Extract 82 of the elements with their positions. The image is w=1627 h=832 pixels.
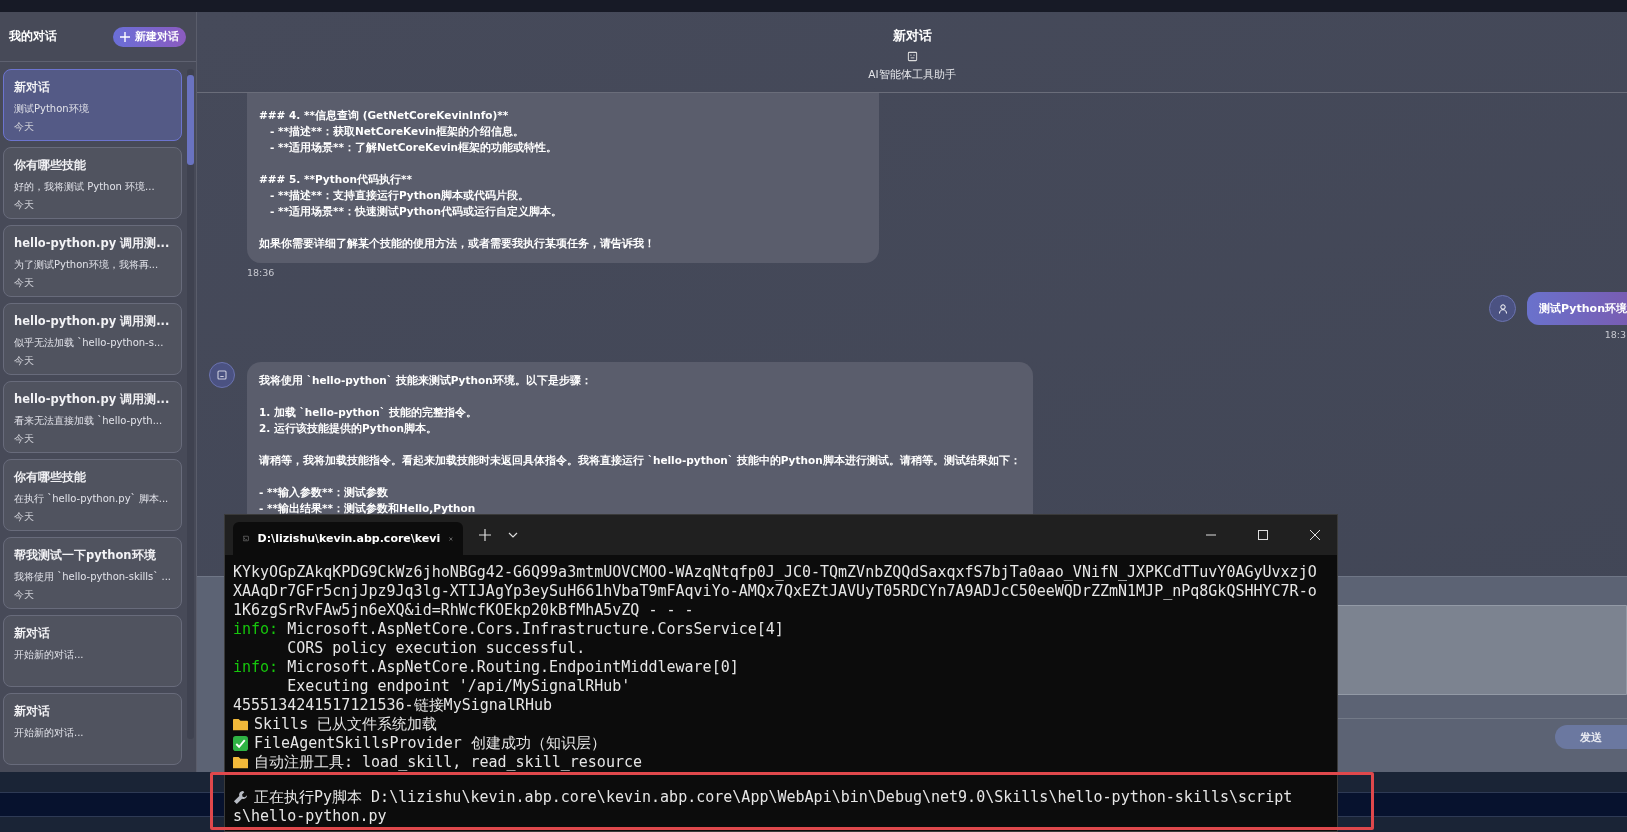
dropdown-icon[interactable] bbox=[508, 532, 518, 538]
log-line: s\hello-python.py bbox=[233, 807, 388, 826]
log-line: XAAqDr7GFr5cnjJpz9Jq3lg-XTIJAgYp3eySuH661hVbaT9mFAqviYo-AMQx7QxEZtJAVUyT05RDCYn7A9ADJcC50eeWQDrZZmN1MJP_nPq8GkQSHHYC7R-o bbox=[233, 582, 1318, 601]
conversation-preview: 似乎无法加载 `hello-python-s... bbox=[14, 336, 165, 350]
log-line: info: Microsoft.AspNetCore.Routing.EndpointMiddleware[0] bbox=[233, 658, 740, 677]
conversation-date: 今天 bbox=[14, 120, 35, 134]
maximize-icon[interactable] bbox=[1257, 529, 1269, 541]
conversation-title: hello-python.py 调用测... bbox=[14, 392, 171, 407]
message-time: 18:3 bbox=[1604, 329, 1626, 340]
message-time: 18:36 bbox=[247, 267, 276, 278]
conversation-preview: 在执行 `hello-python.py` 脚本... bbox=[14, 492, 170, 506]
user-avatar-icon bbox=[1489, 295, 1517, 322]
conversation-preview: 好的，我将测试 Python 环境... bbox=[14, 180, 156, 194]
conversation-item[interactable]: 新对话 开始新的对话... bbox=[3, 693, 183, 765]
conversation-item[interactable]: hello-python.py 调用测... 看来无法直接加载 `hello-pyth... 今天 bbox=[3, 381, 183, 453]
message-line: 1. 加载 `hello-python` 技能的完整指令。 bbox=[259, 405, 478, 420]
conversation-item[interactable]: 你有哪些技能 好的，我将测试 Python 环境... 今天 bbox=[3, 147, 183, 219]
message-line: - **适用场景**：了解NetCoreKevin框架的功能或特性。 bbox=[268, 140, 559, 155]
conversation-item[interactable]: hello-python.py 调用测... 似乎无法加载 `hello-python-s... 今天 bbox=[3, 303, 183, 375]
conversation-date: 今天 bbox=[14, 588, 35, 602]
log-line: CORS policy execution successful. bbox=[286, 639, 587, 658]
message-line: - **输出结果**：测试参数和Hello,Python bbox=[259, 501, 477, 516]
new-tab-icon[interactable] bbox=[479, 529, 491, 541]
check-icon bbox=[233, 736, 248, 751]
message-line: ### 4. **信息查询 (GetNetCoreKevinInfo)** bbox=[259, 108, 510, 123]
log-line: 1K6zgSrRvFAw5jn6eXQ&id=RhWcfKOEkp20kBfMhA5vZQ - - - bbox=[233, 601, 695, 620]
conversation-preview: 开始新的对话... bbox=[14, 726, 85, 740]
bot-avatar bbox=[209, 362, 235, 388]
new-chat-button[interactable]: 新建对话 bbox=[113, 26, 186, 47]
message-line: 请稍等，我将加载技能指令。看起来加载技能时未返回具体指令。我将直接运行 `hello-python` 技能中的Python脚本进行测试。请稍等。测试结果如下： bbox=[259, 453, 1021, 468]
chat-title: 新对话 bbox=[892, 27, 932, 45]
message-line: 如果你需要详细了解某个技能的使用方法，或者需要我执行某项任务，请告诉我！ bbox=[259, 236, 656, 251]
conversation-item[interactable]: 新对话 开始新的对话... bbox=[3, 615, 183, 687]
conversation-preview: 我将使用 `hello-python-skills` ... bbox=[14, 570, 172, 584]
conversation-date: 今天 bbox=[14, 510, 35, 524]
conversation-item[interactable]: hello-python.py 调用测... 为了测试Python环境，我将再... 今天 bbox=[3, 225, 183, 297]
conversation-title: 你有哪些技能 bbox=[14, 470, 87, 485]
message-line: - **输入参数**：测试参数 bbox=[259, 485, 389, 500]
log-line: FileAgentSkillsProvider 创建成功（知识层） bbox=[254, 734, 606, 753]
sidebar-title: 我的对话 bbox=[9, 28, 57, 45]
folder-icon bbox=[233, 717, 248, 732]
robot-icon bbox=[906, 51, 918, 62]
message-line: 2. 运行该技能提供的Python脚本。 bbox=[259, 421, 438, 436]
log-line: 正在执行Py脚本 D:\lizishu\kevin.abp.core\kevin.abp.core\App\WebApi\bin\Debug\net9.0\Skills\hello-python-skills\script bbox=[254, 788, 1293, 807]
log-line: 4555134241517121536-链接MySignalRHub bbox=[233, 696, 553, 715]
log-line: Skills 已从文件系统加载 bbox=[254, 715, 438, 734]
conversation-preview: 测试Python环境 bbox=[14, 102, 90, 116]
wrench-icon bbox=[233, 790, 248, 805]
message-line: - **描述**：支持直接运行Python脚本或代码片段。 bbox=[268, 188, 530, 203]
conversation-title: 新对话 bbox=[14, 626, 51, 641]
log-line: KYkyOGpZAkqKPDG9CkWz6jhoNBGg42-G6Q99a3mtmUOVCMOO-WAzqNtqfp0J_JC0-TQmZVnbZQQdSaxqxfS7bjTa0aao_VNifN_JXPKCdTTuvY0AGyUvxzjO bbox=[233, 563, 1318, 582]
terminal-tab[interactable]: D:\lizishu\kevin.abp.core\kevi bbox=[233, 522, 463, 555]
message-line: ### 5. **Python代码执行** bbox=[259, 172, 413, 187]
conversation-title: 新对话 bbox=[14, 80, 51, 95]
log-line: info: Microsoft.AspNetCore.Cors.Infrastructure.CorsService[4] bbox=[233, 620, 785, 639]
folder-icon bbox=[233, 755, 248, 770]
log-line: 自动注册工具: load_skill, read_skill_resource bbox=[254, 753, 642, 772]
conversation-preview: 为了测试Python环境，我将再... bbox=[14, 258, 160, 272]
conversation-preview: 看来无法直接加载 `hello-pyth... bbox=[14, 414, 164, 428]
log-line: Executing endpoint '/api/MySignalRHub' bbox=[286, 677, 632, 696]
message-line: - **描述**：获取NetCoreKevin框架的介绍信息。 bbox=[268, 124, 526, 139]
conversation-date: 今天 bbox=[14, 354, 35, 368]
conversation-item[interactable]: 新对话 测试Python环境 今天 bbox=[3, 69, 183, 141]
conversation-preview: 开始新的对话... bbox=[14, 648, 85, 662]
scrollbar[interactable] bbox=[187, 69, 194, 739]
conversation-title: hello-python.py 调用测... bbox=[14, 236, 171, 251]
conversation-item[interactable]: 你有哪些技能 在执行 `hello-python.py` 脚本... 今天 bbox=[3, 459, 183, 531]
message-line: 我将使用 `hello-python` 技能来测试Python环境。以下是步骤： bbox=[259, 373, 593, 388]
conversation-item[interactable]: 帮我测试一下python环境 我将使用 `hello-python-skills` ... 今天 bbox=[3, 537, 183, 609]
conversation-title: 你有哪些技能 bbox=[14, 158, 87, 173]
conversation-title: 帮我测试一下python环境 bbox=[14, 548, 157, 563]
chat-subtitle: AI智能体工具助手 bbox=[868, 68, 956, 82]
conversation-date: 今天 bbox=[14, 198, 35, 212]
send-button[interactable]: 发送 bbox=[1555, 725, 1627, 749]
conversation-date: 今天 bbox=[14, 432, 35, 446]
conversation-title: hello-python.py 调用测... bbox=[14, 314, 171, 329]
conversation-date: 今天 bbox=[14, 276, 35, 290]
message-line: - **适用场景**：快速测试Python代码或运行自定义脚本。 bbox=[268, 204, 563, 219]
conversation-title: 新对话 bbox=[14, 704, 51, 719]
close-icon[interactable] bbox=[1309, 529, 1321, 541]
user-message: 测试Python环境 bbox=[1527, 292, 1627, 325]
plus-icon bbox=[120, 31, 130, 42]
